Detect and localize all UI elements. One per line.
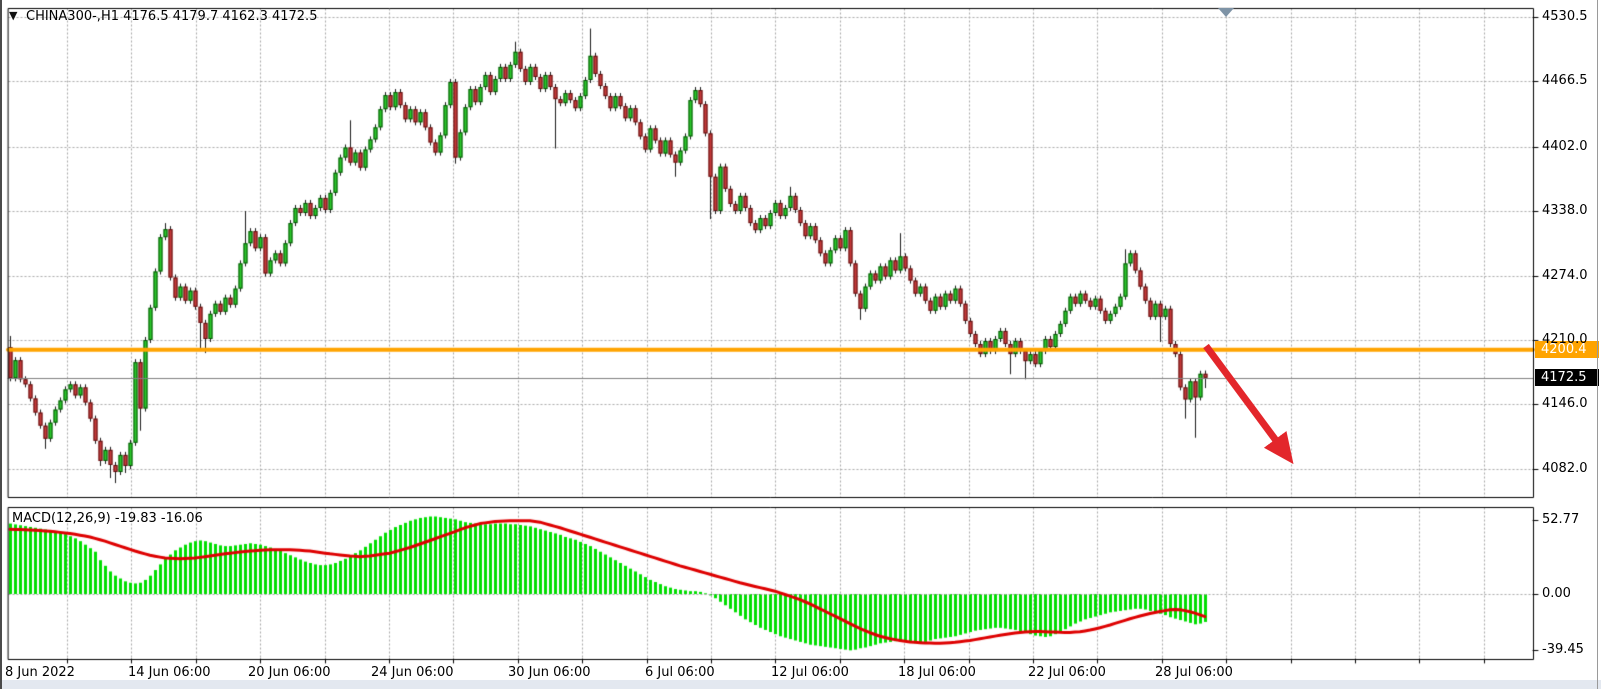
- chart-window: ▼ CHINA300-,H1 4176.5 4179.7 4162.3 4172…: [0, 0, 1601, 689]
- price-axis-label: 4210.0: [1542, 332, 1588, 347]
- window-right-edge: [1597, 0, 1598, 689]
- price-axis-label: 4338.0: [1542, 203, 1588, 218]
- price-axis-label: 4146.0: [1542, 396, 1588, 411]
- macd-axis-label: 52.77: [1542, 512, 1579, 527]
- macd-axis-label: -39.45: [1542, 642, 1584, 657]
- time-axis-label: 6 Jul 06:00: [645, 665, 715, 680]
- time-axis-label: 24 Jun 06:00: [371, 665, 454, 680]
- window-left-edge: [0, 0, 2, 689]
- price-axis-label: 4402.0: [1542, 139, 1588, 154]
- macd-axis-label: 0.00: [1542, 586, 1571, 601]
- price-axis-label: 4466.5: [1542, 73, 1588, 88]
- bid-price-badge: 4172.5: [1535, 369, 1599, 386]
- time-axis-label: 18 Jul 06:00: [898, 665, 976, 680]
- time-axis-label: 14 Jun 06:00: [128, 665, 211, 680]
- collapse-triangle-icon[interactable]: ▼: [9, 9, 17, 22]
- bottom-strip: [0, 680, 1601, 689]
- price-axis-label: 4530.5: [1542, 9, 1588, 24]
- time-axis-label: 8 Jun 2022: [5, 665, 75, 680]
- time-axis-label: 12 Jul 06:00: [771, 665, 849, 680]
- time-axis-label: 30 Jun 06:00: [508, 665, 591, 680]
- price-axis-label: 4082.0: [1542, 461, 1588, 476]
- time-axis-label: 22 Jul 06:00: [1028, 665, 1106, 680]
- chart-shift-marker-icon[interactable]: [1218, 8, 1234, 17]
- time-axis-label: 20 Jun 06:00: [248, 665, 331, 680]
- price-axis-label: 4274.0: [1542, 268, 1588, 283]
- chart-title-ohlc: CHINA300-,H1 4176.5 4179.7 4162.3 4172.5: [26, 9, 317, 24]
- chart-canvas[interactable]: [0, 0, 1601, 689]
- time-axis-label: 28 Jul 06:00: [1155, 665, 1233, 680]
- macd-indicator-label: MACD(12,26,9) -19.83 -16.06: [12, 511, 203, 526]
